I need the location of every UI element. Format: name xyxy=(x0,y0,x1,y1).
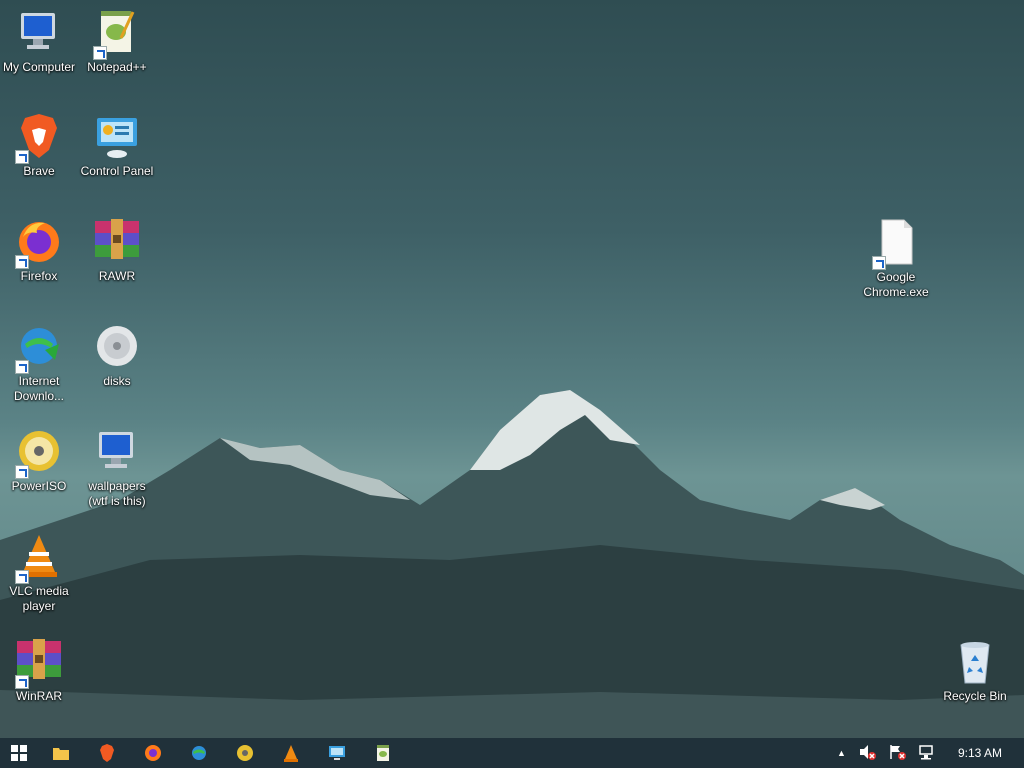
tray-overflow-icon[interactable]: ▲ xyxy=(837,748,846,758)
brave-icon xyxy=(100,744,114,762)
network-icon[interactable] xyxy=(918,744,936,763)
desktop-icon-internet-download-manager[interactable]: Internet Downlo... xyxy=(0,322,78,404)
shortcut-arrow-icon xyxy=(15,255,29,269)
flag-notification-icon[interactable] xyxy=(888,744,906,763)
shortcut-arrow-icon xyxy=(15,675,29,689)
start-icon xyxy=(11,745,27,761)
control-panel-icon xyxy=(329,746,345,760)
desktop-icon-notepadpp[interactable]: Notepad++ xyxy=(78,8,156,75)
shortcut-arrow-icon xyxy=(15,570,29,584)
desktop-icon-wallpapers[interactable]: wallpapers (wtf is this) xyxy=(78,427,156,509)
desktop-icon-label: My Computer xyxy=(2,60,76,74)
desktop-icon-recycle-bin[interactable]: Recycle Bin xyxy=(936,637,1014,704)
shortcut-arrow-icon xyxy=(15,360,29,374)
taskbar-poweriso[interactable] xyxy=(222,738,268,768)
desktop-icon-label: Control Panel xyxy=(80,164,154,178)
desktop-icon-label: WinRAR xyxy=(15,689,62,703)
desktop-icon-google-chrome-exe[interactable]: Google Chrome.exe xyxy=(857,218,935,300)
desktop-icon-label: RAWR xyxy=(98,269,136,283)
desktop-icon-label: PowerISO xyxy=(11,479,67,493)
shortcut-arrow-icon xyxy=(872,256,886,270)
desktop-icon-label: Internet Downlo... xyxy=(13,374,65,403)
recycle-bin-icon xyxy=(960,642,990,684)
idm-icon xyxy=(192,746,206,760)
desktop-icon-label: Firefox xyxy=(20,269,58,283)
volume-muted-icon[interactable] xyxy=(858,744,876,763)
notepadpp-icon xyxy=(377,745,389,761)
clock[interactable]: 9:13 AM xyxy=(958,746,1002,760)
taskbar-notepadpp[interactable] xyxy=(360,738,406,768)
file-explorer-icon xyxy=(53,748,69,760)
desktop-icon-winrar[interactable]: WinRAR xyxy=(0,637,78,704)
disk-icon xyxy=(97,326,137,366)
desktop-icon-rawr[interactable]: RAWR xyxy=(78,217,156,284)
taskbar-control-panel[interactable] xyxy=(314,738,360,768)
computer-icon xyxy=(21,13,55,49)
taskbar: ▲ 9:13 AM xyxy=(0,738,1024,768)
desktop-icon-control-panel[interactable]: Control Panel xyxy=(78,112,156,179)
desktop-icon-label: Brave xyxy=(23,164,55,178)
taskbar-brave[interactable] xyxy=(84,738,130,768)
desktop-icon-poweriso[interactable]: PowerISO xyxy=(0,427,78,494)
shortcut-arrow-icon xyxy=(15,465,29,479)
system-tray: ▲ 9:13 AM xyxy=(831,738,1024,768)
start-button[interactable] xyxy=(0,738,38,768)
firefox-icon xyxy=(145,745,161,761)
desktop-icon-brave[interactable]: Brave xyxy=(0,112,78,179)
desktop-icon-label: Notepad++ xyxy=(87,60,147,74)
taskbar-firefox[interactable] xyxy=(130,738,176,768)
monitor-folder-icon xyxy=(99,432,133,468)
desktop-icon-label: wallpapers (wtf is this) xyxy=(88,479,146,508)
control-panel-icon xyxy=(97,118,137,158)
vlc-icon xyxy=(284,745,298,762)
winrar-icon xyxy=(95,219,139,259)
desktop-icon-disks[interactable]: disks xyxy=(78,322,156,389)
desktop-icon-label: Google Chrome.exe xyxy=(863,270,929,299)
desktop-icon-label: Recycle Bin xyxy=(943,689,1007,703)
desktop-icon-label: VLC media player xyxy=(9,584,69,613)
poweriso-icon xyxy=(237,745,253,761)
desktop-icon-my-computer[interactable]: My Computer xyxy=(0,8,78,75)
taskbar-vlc[interactable] xyxy=(268,738,314,768)
shortcut-arrow-icon xyxy=(93,46,107,60)
desktop-icon-vlc[interactable]: VLC media player xyxy=(0,532,78,614)
shortcut-arrow-icon xyxy=(15,150,29,164)
desktop-icon-label: disks xyxy=(103,374,131,388)
taskbar-file-explorer[interactable] xyxy=(38,738,84,768)
desktop-icon-firefox[interactable]: Firefox xyxy=(0,217,78,284)
taskbar-idm[interactable] xyxy=(176,738,222,768)
